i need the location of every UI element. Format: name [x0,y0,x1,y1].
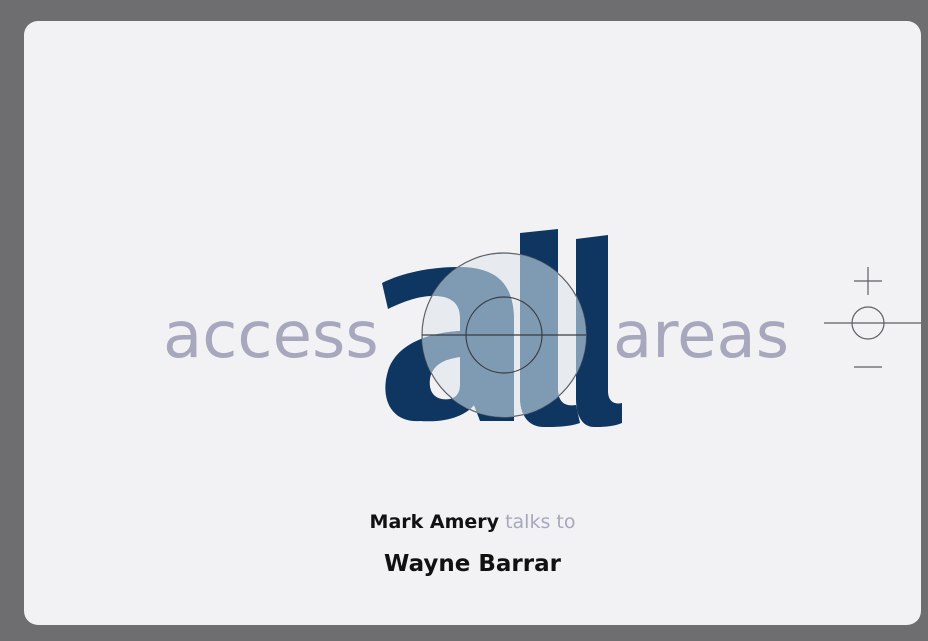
guest-line: Wayne Barrar [24,551,921,577]
title-word-access: access [163,299,379,373]
guest-name: Wayne Barrar [384,551,561,577]
connector-text: talks to [505,511,576,533]
credit-line: Mark Amery talks to [24,511,921,533]
zoom-slider-icon[interactable] [794,261,921,391]
host-name: Mark Amery [369,511,500,533]
title-card: access areas Mark Amery talks to Wayne B… [24,21,921,625]
title-word-areas: areas [613,299,790,373]
all-logo [382,229,622,427]
